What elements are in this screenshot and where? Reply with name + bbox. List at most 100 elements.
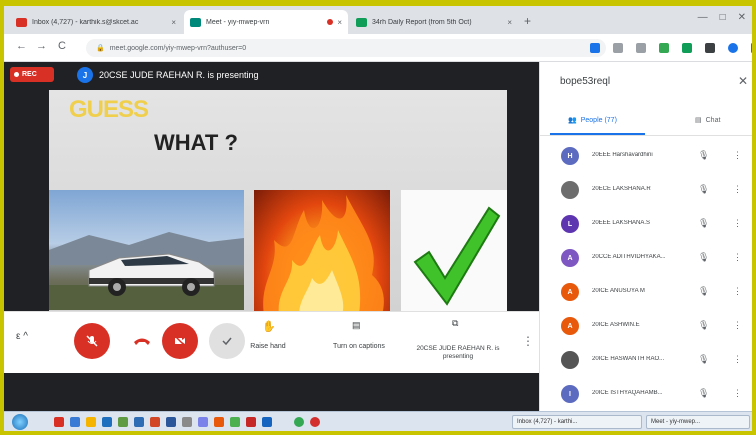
- rec-label: REC: [22, 71, 37, 78]
- raise-hand-button[interactable]: Raise hand: [240, 343, 296, 350]
- tab-close-icon[interactable]: ×: [171, 18, 176, 27]
- star-icon[interactable]: [636, 43, 646, 53]
- participant-more-button[interactable]: ⋮: [733, 150, 742, 161]
- reload-button[interactable]: C: [58, 40, 66, 52]
- recording-dot-icon: [327, 19, 334, 25]
- tab-gmail[interactable]: Inbox (4,727) - karthik.s@skcet.ac ×: [10, 10, 182, 34]
- camera-toggle-button[interactable]: [162, 323, 198, 359]
- taskbar-app-icon[interactable]: [230, 417, 240, 427]
- meeting-details-caret[interactable]: ε ^: [16, 331, 28, 342]
- tab-title: Meet - yiy-mwep-vrn: [206, 18, 270, 26]
- participant-more-button[interactable]: ⋮: [733, 286, 742, 297]
- taskbar-app-icon[interactable]: [86, 417, 96, 427]
- participant-row[interactable]: 20ECE LAKSHANA.R 🎙 ⋮: [540, 174, 752, 208]
- participant-more-button[interactable]: ⋮: [733, 354, 742, 365]
- more-options-button[interactable]: ⋮: [522, 334, 534, 348]
- start-button[interactable]: [12, 414, 28, 430]
- participant-avatar: H: [561, 147, 579, 165]
- forward-button[interactable]: →: [36, 40, 47, 52]
- mic-muted-icon: 🎙: [698, 184, 710, 194]
- taskbar-app-icon[interactable]: [262, 417, 272, 427]
- presenting-button[interactable]: 20CSE JUDE RAEHAN R. is presenting: [410, 345, 506, 361]
- tab-chat[interactable]: ▤ Chat: [695, 116, 720, 124]
- url-text: meet.google.com/yiy-mwep-vrn?authuser=0: [109, 44, 247, 52]
- taskbar-app-icon[interactable]: [134, 417, 144, 427]
- opera-taskbar-icon[interactable]: [310, 417, 320, 427]
- taskbar-app-icon[interactable]: [246, 417, 256, 427]
- mic-muted-icon: 🎙: [698, 150, 710, 160]
- participant-name: 20EEE Harshavardhini: [592, 152, 653, 158]
- check-extension-icon[interactable]: [659, 43, 669, 53]
- lock-icon: 🔒: [96, 45, 105, 52]
- participant-more-button[interactable]: ⋮: [733, 184, 742, 195]
- maximize-button[interactable]: □: [720, 12, 726, 23]
- participant-name: 20ICE ANUSUYA M: [592, 288, 645, 294]
- participant-more-button[interactable]: ⋮: [733, 388, 742, 399]
- taskbar-window-meet[interactable]: Meet - yiy-mwep...: [646, 415, 750, 429]
- leave-call-button[interactable]: [124, 323, 160, 359]
- presenter-avatar: J: [77, 67, 93, 83]
- taskbar-app-icon[interactable]: [198, 417, 208, 427]
- participant-avatar: [561, 351, 579, 369]
- puzzle-icon[interactable]: [705, 43, 715, 53]
- mic-toggle-button[interactable]: [74, 323, 110, 359]
- taskbar-app-icon[interactable]: [182, 417, 192, 427]
- new-tab-button[interactable]: +: [524, 14, 531, 28]
- minimize-button[interactable]: —: [698, 12, 708, 23]
- gmail-icon: [16, 17, 27, 27]
- mic-muted-icon: 🎙: [698, 320, 710, 330]
- turn-on-captions-button[interactable]: Turn on captions: [324, 343, 394, 350]
- tab-meet[interactable]: Meet - yiy-mwep-vrn ×: [184, 10, 348, 34]
- close-window-button[interactable]: ✕: [738, 12, 746, 23]
- participant-row[interactable]: I 20ICE ISTHYAQAHAMB... 🎙 ⋮: [540, 378, 752, 412]
- captions-icon[interactable]: ▤: [352, 320, 361, 331]
- participant-avatar: A: [561, 283, 579, 301]
- menu-kebab-icon[interactable]: [751, 43, 752, 53]
- back-button[interactable]: ←: [16, 40, 27, 52]
- participant-avatar: A: [561, 317, 579, 335]
- camera-permission-icon[interactable]: [590, 43, 600, 53]
- mic-muted-icon: 🎙: [698, 218, 710, 228]
- taskbar-app-icon[interactable]: [54, 417, 64, 427]
- participant-name: 20ICE ASHWIN.E: [592, 322, 640, 328]
- raise-hand-icon[interactable]: ✋: [262, 320, 276, 333]
- active-tab-indicator: [550, 133, 645, 135]
- participant-more-button[interactable]: ⋮: [733, 218, 742, 229]
- mic-muted-icon: 🎙: [698, 354, 710, 364]
- mic-muted-icon: 🎙: [698, 252, 710, 262]
- windows-taskbar: Inbox (4,727) - karthi... Meet - yiy-mwe…: [4, 411, 752, 431]
- profile-avatar[interactable]: [728, 43, 738, 53]
- tab-close-icon[interactable]: ×: [337, 18, 342, 27]
- participant-row[interactable]: H 20EEE Harshavardhini 🎙 ⋮: [540, 140, 752, 174]
- participant-row[interactable]: A 20ICE ASHWIN.E 🎙 ⋮: [540, 310, 752, 344]
- sheets-extension-icon[interactable]: [682, 43, 692, 53]
- taskbar-app-icon[interactable]: [150, 417, 160, 427]
- taskbar-app-icon[interactable]: [166, 417, 176, 427]
- panel-close-button[interactable]: ✕: [738, 74, 748, 88]
- taskbar-app-icon[interactable]: [118, 417, 128, 427]
- present-now-icon[interactable]: ⧉: [452, 318, 458, 329]
- participant-row[interactable]: A 20ICE ANUSUYA M 🎙 ⋮: [540, 276, 752, 310]
- taskbar-app-icon[interactable]: [102, 417, 112, 427]
- participant-row[interactable]: 20ICE HASWANTH RAO... 🎙 ⋮: [540, 344, 752, 378]
- slide-subheading: WHAT ?: [154, 130, 238, 155]
- window-controls: — □ ✕: [698, 12, 746, 23]
- url-input[interactable]: 🔒 meet.google.com/yiy-mwep-vrn?authuser=…: [86, 39, 606, 57]
- participant-name: 20ICE HASWANTH RAO...: [592, 356, 665, 362]
- participant-more-button[interactable]: ⋮: [733, 320, 742, 331]
- captions-status-button[interactable]: [209, 323, 245, 359]
- tab-sheets[interactable]: 34rh Daily Report (from 5th Oct) ×: [350, 10, 518, 34]
- chrome-taskbar-icon[interactable]: [294, 417, 304, 427]
- mic-off-icon: [86, 335, 98, 347]
- participant-more-button[interactable]: ⋮: [733, 252, 742, 263]
- tab-close-icon[interactable]: ×: [507, 18, 512, 27]
- chat-icon: ▤: [695, 117, 702, 124]
- zoom-icon[interactable]: [613, 43, 623, 53]
- participant-row[interactable]: L 20EEE LAKSHANA.S 🎙 ⋮: [540, 208, 752, 242]
- tab-people[interactable]: 👥 People (77): [568, 116, 617, 124]
- taskbar-window-gmail[interactable]: Inbox (4,727) - karthi...: [512, 415, 642, 429]
- slide-heading: GUESS: [69, 96, 149, 123]
- participant-row[interactable]: A 20CCE ADITHVIDHYAKA... 🎙 ⋮: [540, 242, 752, 276]
- taskbar-app-icon[interactable]: [214, 417, 224, 427]
- taskbar-app-icon[interactable]: [70, 417, 80, 427]
